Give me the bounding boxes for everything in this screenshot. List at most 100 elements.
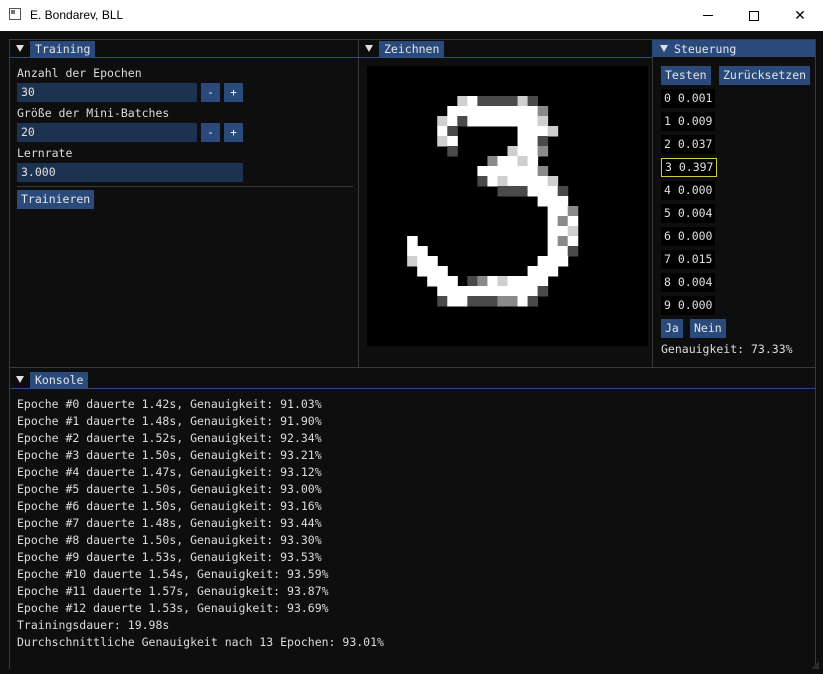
drawn-pixel — [517, 146, 529, 157]
epochs-increment-button[interactable]: + — [224, 83, 243, 102]
drawn-pixel — [517, 186, 529, 197]
minimize-button[interactable] — [685, 0, 731, 31]
batch-size-input[interactable]: 20 — [17, 123, 197, 142]
collapse-triangle-icon[interactable] — [16, 376, 24, 383]
drawn-pixel — [567, 236, 579, 247]
drawn-pixel — [497, 286, 508, 297]
drawn-pixel — [527, 136, 539, 147]
output-row-0: 0 0.001 — [661, 89, 716, 108]
drawn-pixel — [417, 246, 428, 257]
drawn-pixel — [427, 266, 438, 277]
drawn-pixel — [547, 176, 559, 187]
drawn-pixel — [497, 176, 508, 187]
drawn-pixel — [477, 96, 488, 107]
drawn-pixel — [487, 96, 498, 107]
epochs-input[interactable]: 30 — [17, 83, 197, 102]
maximize-button[interactable] — [731, 0, 777, 31]
drawn-pixel — [537, 286, 549, 297]
output-row-6: 6 0.000 — [661, 227, 716, 246]
maximize-icon — [749, 10, 759, 21]
drawn-pixel — [527, 166, 539, 177]
drawn-pixel — [407, 246, 418, 257]
batch-size-increment-button[interactable]: + — [224, 123, 243, 142]
yes-button[interactable]: Ja — [661, 319, 683, 338]
drawn-pixel — [527, 156, 539, 167]
output-row-4: 4 0.000 — [661, 181, 716, 200]
drawn-pixel — [497, 116, 508, 127]
drawn-pixel — [547, 196, 559, 207]
drawn-pixel — [517, 156, 529, 167]
tab-console[interactable]: Konsole — [30, 371, 89, 388]
drawn-pixel — [517, 176, 529, 187]
drawn-pixel — [527, 186, 539, 197]
window-title: E. Bondarev, BLL — [30, 8, 124, 22]
drawn-pixel — [487, 156, 498, 167]
console-panel-header[interactable]: Konsole — [16, 371, 89, 388]
drawn-pixel — [477, 106, 488, 117]
close-button[interactable]: ✕ — [777, 0, 823, 31]
console-line: Durchschnittliche Genauigkeit nach 13 Ep… — [17, 635, 384, 649]
drawn-pixel — [527, 296, 539, 307]
drawn-pixel — [477, 296, 488, 307]
drawn-pixel — [517, 96, 529, 107]
drawing-panel-header[interactable]: Zeichnen — [365, 40, 445, 57]
drawn-pixel — [487, 166, 498, 177]
no-button[interactable]: Nein — [690, 319, 726, 338]
drawn-pixel — [467, 96, 478, 107]
handwritten-digit-drawing — [407, 96, 579, 307]
epochs-label: Anzahl der Epochen — [17, 66, 142, 80]
drawn-pixel — [557, 206, 569, 217]
drawn-pixel — [437, 116, 448, 127]
resize-grip-icon[interactable] — [811, 661, 819, 669]
epochs-decrement-button[interactable]: - — [201, 83, 220, 102]
drawn-pixel — [467, 116, 478, 127]
drawn-pixel — [497, 96, 508, 107]
drawn-pixel — [517, 296, 529, 307]
collapse-triangle-icon[interactable] — [16, 45, 24, 52]
learning-rate-input[interactable]: 3.000 — [17, 163, 243, 182]
control-panel-header[interactable]: Steuerung — [652, 40, 815, 57]
title-bar[interactable]: E. Bondarev, BLL ✕ — [0, 0, 823, 31]
drawn-pixel — [507, 296, 519, 307]
separator — [17, 186, 353, 187]
drawn-pixel — [427, 276, 438, 287]
drawing-canvas[interactable] — [367, 66, 648, 346]
drawn-pixel — [527, 286, 539, 297]
drawn-pixel — [447, 126, 458, 137]
drawn-pixel — [537, 176, 549, 187]
drawn-pixel — [537, 136, 549, 147]
drawn-pixel — [527, 276, 539, 287]
drawn-pixel — [457, 286, 468, 297]
drawn-pixel — [547, 236, 559, 247]
drawn-pixel — [417, 256, 428, 267]
console-line: Epoche #4 dauerte 1.47s, Genauigkeit: 93… — [17, 465, 322, 479]
drawn-pixel — [487, 106, 498, 117]
minimize-icon — [703, 15, 713, 16]
drawn-pixel — [537, 276, 549, 287]
drawn-pixel — [427, 256, 438, 267]
batch-size-decrement-button[interactable]: - — [201, 123, 220, 142]
drawn-pixel — [457, 296, 468, 307]
collapse-triangle-icon[interactable] — [660, 45, 668, 52]
tab-drawing[interactable]: Zeichnen — [379, 40, 445, 57]
tab-training[interactable]: Training — [30, 40, 96, 57]
train-button[interactable]: Trainieren — [17, 190, 95, 209]
batch-size-label: Größe der Mini-Batches — [17, 106, 170, 120]
drawn-pixel — [487, 286, 498, 297]
console-line: Epoche #0 dauerte 1.42s, Genauigkeit: 91… — [17, 397, 322, 411]
test-button[interactable]: Testen — [661, 66, 711, 85]
training-panel-header[interactable]: Training — [16, 40, 96, 57]
drawn-pixel — [487, 296, 498, 307]
drawn-pixel — [477, 276, 488, 287]
collapse-triangle-icon[interactable] — [365, 45, 373, 52]
drawn-pixel — [507, 116, 519, 127]
header-underline — [10, 388, 815, 389]
drawn-pixel — [537, 116, 549, 127]
drawn-pixel — [507, 286, 519, 297]
header-underline — [359, 57, 652, 58]
drawn-pixel — [567, 246, 579, 257]
output-row-3-highlighted: 3 0.397 — [661, 158, 718, 177]
reset-button[interactable]: Zurücksetzen — [719, 66, 811, 85]
tab-control[interactable]: Steuerung — [674, 40, 742, 57]
drawn-pixel — [537, 256, 549, 267]
